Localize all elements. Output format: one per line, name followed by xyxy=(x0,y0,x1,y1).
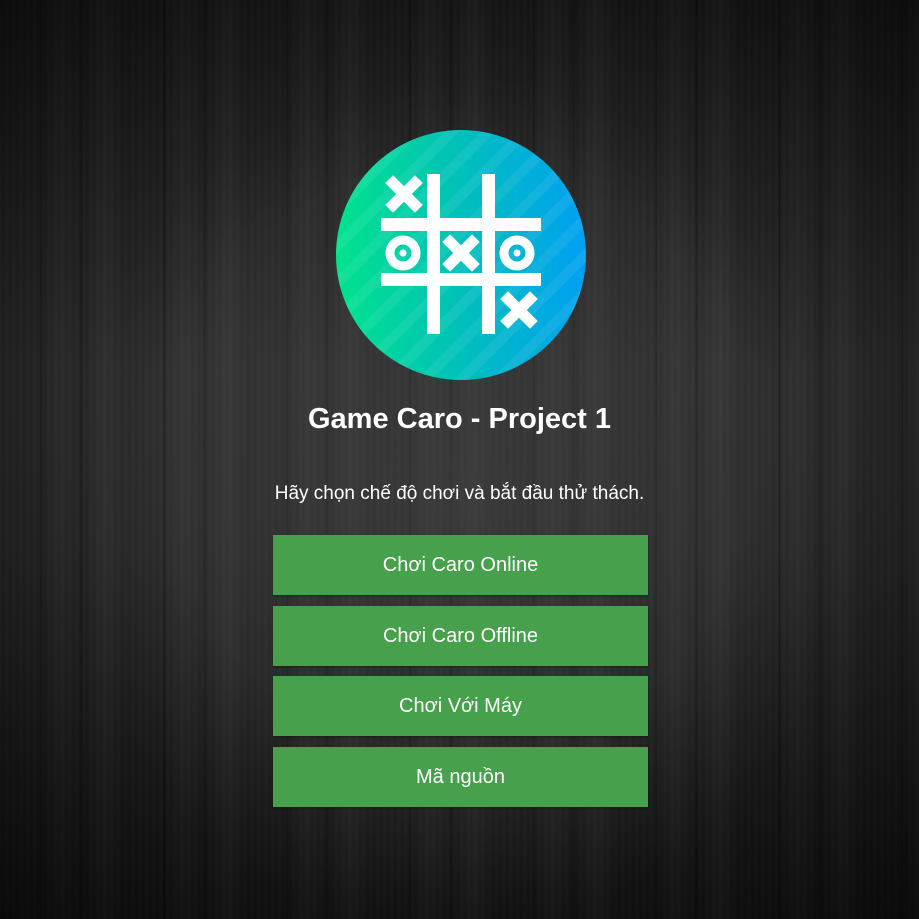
tic-tac-toe-logo-icon xyxy=(336,130,586,380)
page-title: Game Caro - Project 1 xyxy=(308,403,611,435)
play-online-button[interactable]: Chơi Caro Online xyxy=(273,535,648,595)
play-offline-button[interactable]: Chơi Caro Offline xyxy=(273,606,648,666)
main-menu: Game Caro - Project 1 Hãy chọn chế độ ch… xyxy=(0,0,919,919)
play-vs-computer-button[interactable]: Chơi Với Máy xyxy=(273,676,648,736)
source-code-button[interactable]: Mã nguồn xyxy=(273,747,648,807)
page-subtitle: Hãy chọn chế độ chơi và bắt đầu thử thác… xyxy=(274,483,645,504)
